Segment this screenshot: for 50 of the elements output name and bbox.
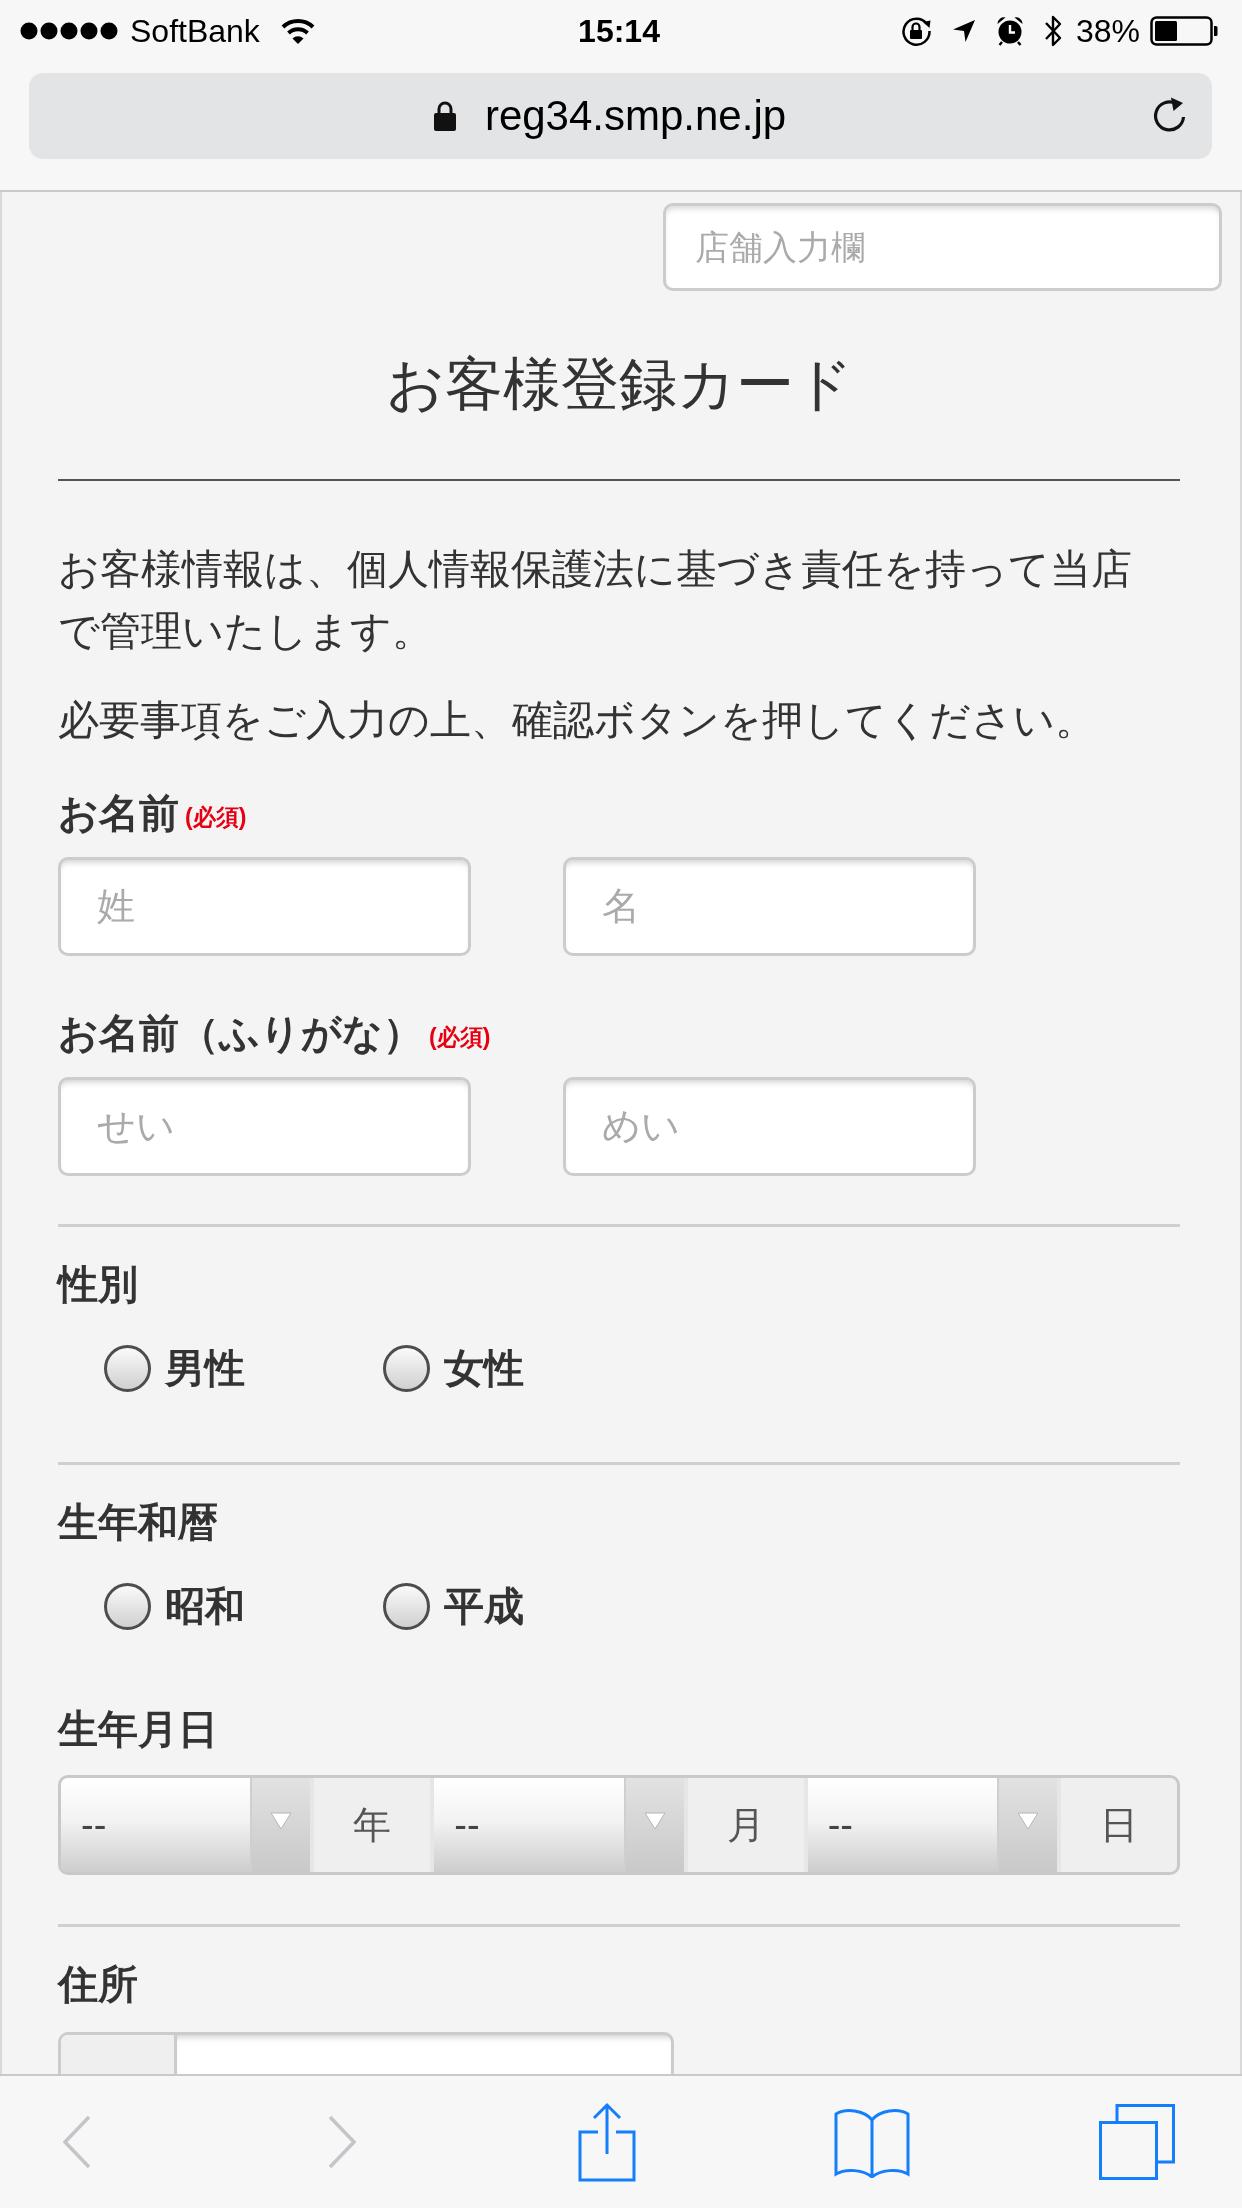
- store-input-field[interactable]: 店舗入力欄: [663, 203, 1222, 291]
- url-text: reg34.smp.ne.jp: [484, 95, 787, 137]
- text-input-field[interactable]: せい: [58, 1077, 471, 1176]
- caret-icon: [1017, 1812, 1039, 1830]
- signal-dots-icon: [20, 22, 118, 40]
- radio-button[interactable]: [104, 1582, 151, 1630]
- carrier-name: SoftBank: [130, 12, 260, 51]
- unit-label: 日: [1061, 1778, 1177, 1872]
- date-select[interactable]: --: [807, 1778, 1057, 1872]
- option-label: 平成: [444, 1583, 524, 1630]
- location-arrow-icon: [951, 19, 976, 43]
- address-input-field[interactable]: [58, 2032, 674, 2074]
- caret-icon: [270, 1812, 293, 1830]
- text-input-field[interactable]: めい: [563, 1077, 976, 1176]
- overlapping-squares-icon[interactable]: [1099, 2104, 1175, 2180]
- radio-button[interactable]: [383, 1344, 430, 1392]
- date-select[interactable]: --: [61, 1778, 311, 1872]
- option-label: 男性: [165, 1345, 245, 1392]
- unit-label: 年: [314, 1778, 431, 1872]
- bluetooth-icon: [1043, 14, 1062, 48]
- open-book-icon[interactable]: [834, 2106, 910, 2178]
- field-label: 性別: [58, 1261, 138, 1308]
- field-label: お名前（ふりがな）: [58, 1010, 423, 1057]
- field-label: 生年和暦: [58, 1499, 218, 1546]
- text-input-field[interactable]: 名: [563, 857, 976, 956]
- intro-text: お客様情報は、個人情報保護法に基づき責任を持って当店で管理いたします。: [58, 545, 1133, 656]
- radio-button[interactable]: [383, 1582, 430, 1630]
- radio-button[interactable]: [104, 1344, 151, 1392]
- clock-time: 15:14: [578, 12, 660, 51]
- lock-icon: [432, 100, 457, 132]
- alarm-clock-icon: [995, 16, 1024, 46]
- page-title: お客様登録カード: [384, 350, 854, 418]
- field-label: 住所: [58, 1961, 138, 2008]
- option-label: 昭和: [165, 1583, 245, 1630]
- unit-label: 月: [687, 1778, 804, 1872]
- battery-icon: [1150, 16, 1218, 46]
- field-label: お名前: [58, 790, 179, 837]
- required-mark: (必須): [185, 804, 247, 832]
- field-label: 生年月日: [58, 1706, 218, 1753]
- orientation-lock-icon: [899, 15, 932, 47]
- required-mark: (必須): [429, 1024, 491, 1052]
- share-icon[interactable]: [578, 2102, 636, 2182]
- date-select[interactable]: --: [434, 1778, 684, 1872]
- battery-percent: 38%: [1075, 12, 1140, 51]
- wifi-icon: [279, 17, 316, 45]
- address-bar[interactable]: reg34.smp.ne.jp: [29, 73, 1212, 159]
- option-label: 女性: [444, 1345, 524, 1392]
- text-input-field[interactable]: 姓: [58, 857, 471, 956]
- caret-icon: [643, 1812, 666, 1830]
- intro-text: 必要事項をご入力の上、確認ボタンを押してください。: [58, 696, 1097, 745]
